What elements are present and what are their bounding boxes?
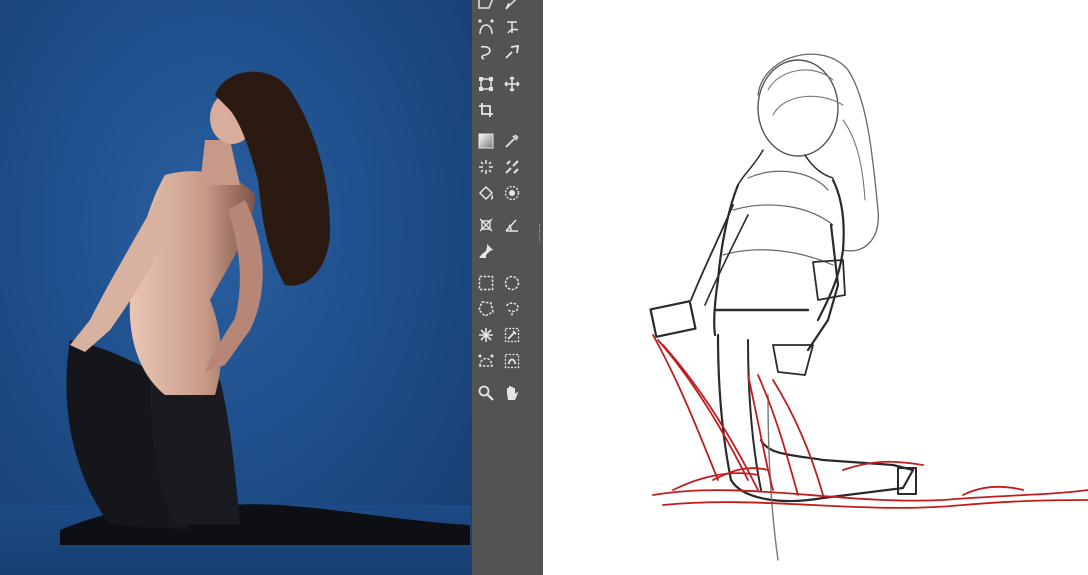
- neck: [200, 140, 240, 185]
- freehand-path-icon[interactable]: [475, 41, 497, 63]
- crop-icon[interactable]: [475, 99, 497, 121]
- hand-icon[interactable]: [501, 382, 523, 404]
- pen-icon[interactable]: [501, 0, 523, 14]
- pin-icon[interactable]: [475, 240, 497, 262]
- fill-bucket-icon[interactable]: [475, 182, 497, 204]
- dynamic-brush-icon[interactable]: [501, 41, 523, 63]
- magnetic-select-icon[interactable]: [501, 350, 523, 372]
- bezier-select-icon[interactable]: [475, 350, 497, 372]
- toolbox: [471, 0, 543, 575]
- sketch-leg-front: [716, 333, 733, 482]
- sketch-hair: [757, 53, 879, 252]
- multibrush-icon[interactable]: [501, 156, 523, 178]
- sketch-left-hand: [649, 300, 697, 338]
- transform-icon[interactable]: [475, 73, 497, 95]
- reference-photo-panel: [0, 0, 471, 575]
- ellipse-select-icon[interactable]: [501, 272, 523, 294]
- shape-icon[interactable]: [475, 0, 497, 14]
- rect-select-icon[interactable]: [475, 272, 497, 294]
- gradient-icon[interactable]: [475, 130, 497, 152]
- smart-patch-icon[interactable]: [475, 156, 497, 178]
- assistant-icon[interactable]: [475, 214, 497, 236]
- eyedropper-icon[interactable]: [501, 130, 523, 152]
- text-path-icon[interactable]: [501, 16, 523, 38]
- polygon-select-icon[interactable]: [475, 298, 497, 320]
- zoom-icon[interactable]: [475, 382, 497, 404]
- enclose-fill-icon[interactable]: [501, 182, 523, 204]
- measure-icon[interactable]: [501, 214, 523, 236]
- torso: [129, 171, 255, 395]
- reference-figure: [60, 71, 470, 545]
- lasso-icon[interactable]: [501, 298, 523, 320]
- sketch-canvas[interactable]: [543, 0, 1088, 575]
- sketch-drawing: [649, 53, 1088, 561]
- similar-select-icon[interactable]: [501, 324, 523, 346]
- move-icon[interactable]: [501, 73, 523, 95]
- magic-wand-icon[interactable]: [475, 324, 497, 346]
- bezier-icon[interactable]: [475, 16, 497, 38]
